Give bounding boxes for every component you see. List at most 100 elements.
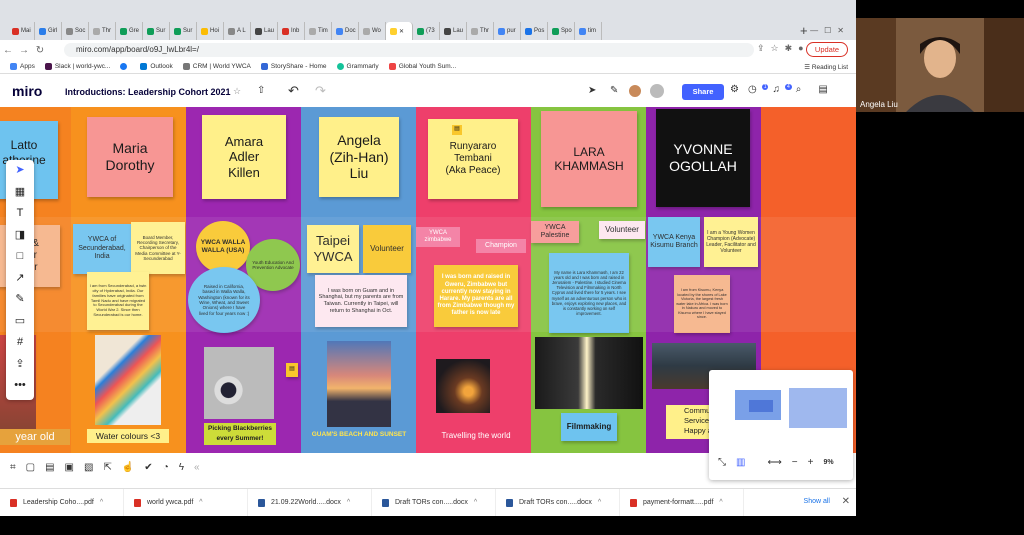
forward-icon[interactable]: → — [16, 45, 32, 56]
star-icon[interactable]: ☆ — [233, 86, 241, 97]
comment-tool-icon[interactable]: ▭ — [6, 311, 34, 333]
sticky-org[interactable]: YWCA Kenya Kisumu Branch — [648, 217, 700, 267]
bookmark-apps[interactable]: Apps — [10, 63, 35, 70]
chat-icon[interactable]: ▢ — [26, 462, 35, 473]
video-participant-tile[interactable]: Angela Liu — [856, 18, 1024, 112]
sticky-role[interactable]: I am a Young Women Champion (Advocate) L… — [704, 217, 758, 267]
browser-tab[interactable]: Doc — [332, 22, 359, 40]
fit-screen-icon[interactable]: ⤡ — [718, 457, 726, 468]
browser-tab[interactable]: Lau — [251, 22, 278, 40]
reload-icon[interactable]: ↻ — [32, 45, 48, 56]
browser-tab[interactable]: A L — [224, 22, 251, 40]
sticky-name[interactable]: Amara Adler Killen — [202, 115, 286, 199]
download-item[interactable]: Draft TORs con.....docx ^ — [496, 488, 620, 516]
collaborator-avatar[interactable] — [628, 84, 642, 98]
browser-tab[interactable]: (73 — [413, 22, 440, 40]
sticky-bio[interactable]: I am from Kisumu, Kenya located by the s… — [674, 275, 730, 333]
board-notes-icon[interactable]: ▤ — [818, 84, 827, 100]
sticky-role[interactable]: Champion — [476, 239, 526, 253]
screen-share-icon[interactable]: ▣ — [65, 462, 74, 473]
export-icon[interactable]: ⇧ — [257, 85, 265, 96]
fit-width-icon[interactable]: ⟷ — [767, 457, 781, 468]
zoom-out-icon[interactable]: − — [792, 457, 798, 468]
sticky-role[interactable]: Volunteer — [599, 221, 645, 239]
guam-sunset-photo[interactable] — [327, 341, 391, 427]
browser-tab[interactable]: Hoi — [197, 22, 224, 40]
upload-tool-icon[interactable]: ⇪ — [6, 354, 34, 376]
shape-tool-icon[interactable]: □ — [6, 246, 34, 268]
zoom-in-icon[interactable]: + — [808, 457, 814, 468]
select-tool-icon[interactable]: ➤ — [6, 160, 34, 182]
blackberries-photo[interactable] — [204, 347, 274, 419]
bookmark-slack[interactable]: Slack | world-ywc... — [44, 63, 110, 70]
sticky-org[interactable]: YWCA Palestine — [531, 221, 579, 243]
show-all-button[interactable]: Show all — [804, 498, 830, 505]
bookmark-facebook[interactable] — [120, 63, 130, 70]
close-downloads-icon[interactable]: ✕ — [842, 496, 850, 507]
vote-icon[interactable]: ✔ — [144, 462, 152, 473]
notification-bell-icon[interactable]: ♫ 4 — [772, 84, 792, 100]
browser-tab[interactable]: Pos — [521, 22, 548, 40]
search-icon[interactable]: ⌕ — [796, 84, 802, 100]
sticky-org[interactable]: YWCA zimbabwe — [416, 227, 460, 247]
close-window-icon[interactable]: ✕ — [837, 26, 850, 35]
chevron-up-icon[interactable]: ^ — [199, 499, 202, 506]
browser-tab[interactable]: Thr — [89, 22, 116, 40]
chevron-up-icon[interactable]: ^ — [598, 499, 601, 506]
sticky-name[interactable]: Runyararo Tembani (Aka Peace) — [428, 119, 518, 199]
travel-photo[interactable] — [436, 359, 490, 413]
window-controls[interactable]: —☐✕ — [810, 26, 850, 35]
maximize-icon[interactable]: ☐ — [824, 26, 837, 35]
minimize-icon[interactable]: — — [810, 26, 824, 35]
download-item[interactable]: 21.09.22World.....docx ^ — [248, 488, 372, 516]
browser-tab[interactable]: Sur — [170, 22, 197, 40]
map-icon[interactable]: ▥ — [736, 457, 745, 468]
browser-tab[interactable]: Thr — [467, 22, 494, 40]
templates-icon[interactable]: ▦ — [6, 182, 34, 204]
chevron-up-icon[interactable]: ^ — [719, 499, 722, 506]
board-title[interactable]: Introductions: Leadership Cohort 2021 — [65, 87, 231, 97]
browser-tab[interactable]: pur — [494, 22, 521, 40]
share-page-icon[interactable]: ⇪ — [757, 43, 771, 53]
circle-bio[interactable]: Raised in California, based in Walla Wal… — [188, 267, 260, 333]
frames-icon[interactable]: ⌗ — [10, 462, 16, 473]
bookmark-outlook[interactable]: Outlook — [140, 63, 173, 70]
bookmark-storyshare[interactable]: StoryShare - Home — [260, 63, 327, 70]
settings-sliders-icon[interactable]: ⚙ — [730, 84, 739, 100]
sticky-role[interactable]: Volunteer — [363, 225, 411, 273]
sticky-name[interactable]: Angela (Zih-Han) Liu — [319, 117, 399, 197]
zoom-level[interactable]: 9% — [823, 459, 833, 466]
browser-tab[interactable]: tim — [575, 22, 602, 40]
bookmark-global-youth[interactable]: Global Youth Sum... — [388, 63, 456, 70]
collapse-icon[interactable]: « — [194, 462, 200, 473]
undo-icon[interactable]: ↶ — [288, 83, 299, 99]
sticky-name[interactable]: Maria Dorothy — [87, 117, 173, 197]
timer-icon[interactable]: ◷ 1 — [748, 84, 769, 100]
sticky-bio[interactable]: I was born on Guam and in Shanghai, but … — [315, 275, 407, 327]
browser-tab[interactable]: Tim — [305, 22, 332, 40]
browser-tab[interactable]: Gre — [116, 22, 143, 40]
sticky-bio[interactable]: My name is Lara Khammash, I am 22 years … — [549, 253, 629, 333]
comments-icon[interactable]: ▤ — [45, 462, 54, 473]
sticky-org[interactable]: Taipei YWCA — [307, 225, 359, 273]
sticky-org[interactable]: YWCA of Secunderabad, India — [73, 224, 131, 274]
update-button[interactable]: Update — [806, 42, 848, 57]
browser-tab[interactable]: Inb — [278, 22, 305, 40]
pen-tool-icon[interactable]: ✎ — [6, 289, 34, 311]
bookmark-grammarly[interactable]: Grammarly — [336, 63, 379, 70]
download-item[interactable]: world ywca.pdf ^ — [124, 488, 248, 516]
frame-tool-icon[interactable]: # — [6, 332, 34, 354]
sticky-name[interactable]: YVONNE OGOLLAH — [656, 109, 750, 207]
download-item[interactable]: Leadership Coho....pdf ^ — [0, 488, 124, 516]
chevron-up-icon[interactable]: ^ — [347, 499, 350, 506]
reading-list[interactable]: ☰ Reading List — [804, 63, 848, 71]
sticky-bio[interactable]: I was born and raised in Gweru, Zimbabwe… — [434, 265, 518, 327]
browser-tab[interactable]: Sur — [143, 22, 170, 40]
like-icon[interactable]: ☝ — [122, 462, 134, 473]
bookmark-star-icon[interactable]: ☆ — [771, 43, 785, 53]
browser-tab[interactable]: Soc — [62, 22, 89, 40]
cursor-follow-icon[interactable]: ➤ — [588, 85, 596, 96]
sticky-role[interactable]: Board Member, Recording Secretary, Chair… — [131, 222, 185, 274]
comment-icon[interactable]: ▤ — [452, 125, 462, 135]
browser-tab-active[interactable]: ✕ — [386, 22, 413, 40]
